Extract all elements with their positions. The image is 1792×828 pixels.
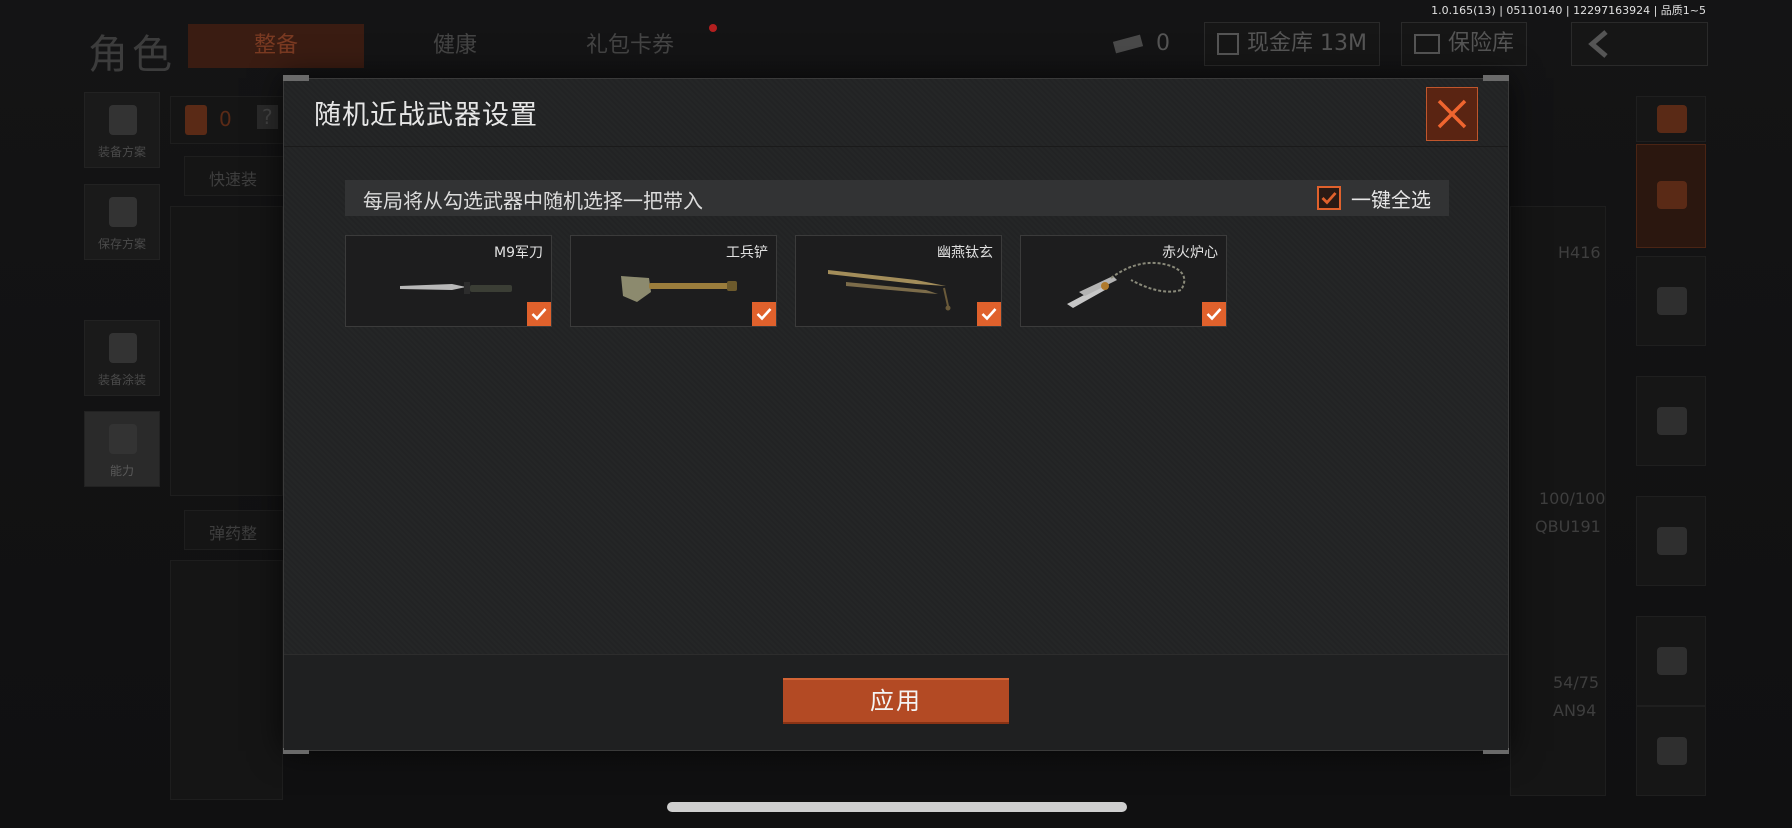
ammo-label: 弹药整 [209,524,258,543]
right-rail [1636,96,1706,796]
backpack-status: 0 ? [170,96,290,144]
twin-blade-icon [828,270,951,311]
home-indicator[interactable] [667,802,1127,812]
rail-save-plan[interactable]: 保存方案 [84,184,160,260]
back-button[interactable] [1571,22,1708,66]
knife-icon [1657,737,1687,765]
help-icon[interactable]: ? [257,105,278,129]
safe-icon [1414,34,1440,54]
page-title: 角色 [88,32,176,78]
rail-equipment-skins[interactable]: 装备涂装 [84,320,160,396]
vault-icon [1217,33,1239,55]
rail-ability[interactable]: 能力 [84,411,160,487]
check-icon [1321,192,1337,205]
weapon-card-m9[interactable]: M9军刀 [345,235,552,327]
info-bar: 每局将从勾选武器中随机选择一把带入 一键全选 [345,180,1449,216]
dialog-title: 随机近战武器设置 [314,100,538,131]
tab-equipment[interactable]: 整备 [188,24,364,68]
ammo-button[interactable]: 弹药整 [184,510,284,550]
tab-gift-vouchers[interactable]: 礼包卡券 [560,24,700,68]
select-all-label: 一键全选 [1351,187,1431,212]
safe-box-button[interactable]: 保险库 [1401,22,1528,66]
ammo-count-label: 54/75 [1553,673,1600,692]
close-icon [1437,99,1467,129]
weapon-list-panel: H416 100/100 QBU191 54/75 AN94 [1510,206,1606,796]
weapon-card-shovel[interactable]: 工兵铲 [570,235,777,327]
melee-weapon-settings-dialog: 随机近战武器设置 每局将从勾选武器中随机选择一把带入 一键全选 M9军刀 工兵铲… [283,75,1509,754]
helmet-icon [1657,287,1687,315]
quick-equip-button[interactable]: 快速装 [184,156,284,196]
quick-equip-label: 快速装 [209,170,258,189]
weapon-checkbox[interactable] [527,302,551,326]
chain-dagger-icon [1067,261,1186,308]
currency-count: 0 [1156,31,1170,56]
rail-rifle[interactable] [1636,376,1706,466]
lightning-icon [109,424,137,454]
download-icon [109,197,137,227]
backpack-icon [185,105,207,135]
rail-all-items[interactable] [1636,144,1706,248]
loadout-panel-lower [170,560,283,800]
back-arrow-icon [1588,30,1608,58]
weapon-card-youyan[interactable]: 幽燕钛玄 [795,235,1002,327]
rail-label: 保存方案 [97,237,146,251]
magazine-icon [1657,527,1687,555]
loadout-panel [170,206,283,496]
rail-knife[interactable] [1636,706,1706,796]
check-icon [981,308,997,321]
currency-display: 0 [1112,22,1170,66]
notification-dot [709,24,717,32]
rail-magazine[interactable] [1636,496,1706,586]
weapon-checkbox[interactable] [752,302,776,326]
weapon-checkbox[interactable] [1202,302,1226,326]
rail-label: 装备涂装 [97,373,146,387]
m9-bayonet-icon [400,282,512,294]
check-icon [1206,308,1222,321]
close-button[interactable] [1426,87,1478,141]
cash-vault-label: 现金库 13M [1247,31,1367,56]
weapon-label-qbu191: QBU191 [1535,517,1601,536]
rail-helmet[interactable] [1636,256,1706,346]
weapon-card-chihuo[interactable]: 赤火炉心 [1020,235,1227,327]
check-icon [756,308,772,321]
durability-label: 100/100 [1539,489,1606,508]
safe-box-label: 保险库 [1448,31,1515,56]
cash-stack-icon [1112,34,1144,54]
checkbox-box [1317,186,1341,210]
select-all-checkbox[interactable]: 一键全选 [1317,184,1431,212]
build-info: 1.0.165(13) | 05110140 | 12297163924 | 品… [1431,4,1706,17]
tab-health[interactable]: 健康 [380,24,530,68]
vest-icon [109,105,137,135]
cash-vault-button[interactable]: 现金库 13M [1204,22,1380,66]
check-icon [531,308,547,321]
rail-label: 装备方案 [97,145,146,159]
bullet-icon [1657,647,1687,675]
apply-button[interactable]: 应用 [783,678,1009,724]
layers-icon [1657,181,1687,209]
refresh-icon [1657,105,1687,133]
dialog-footer: 应用 [284,654,1508,750]
weapon-checkbox[interactable] [977,302,1001,326]
rail-bullet[interactable] [1636,616,1706,706]
info-text: 每局将从勾选武器中随机选择一把带入 [363,189,703,213]
rail-label: 能力 [109,464,134,478]
helmet-icon [109,333,137,363]
rail-loadout-plans[interactable]: 装备方案 [84,92,160,168]
rail-refresh[interactable] [1636,96,1706,142]
weapon-label-h416: H416 [1558,243,1601,262]
weapon-label-an94: AN94 [1553,701,1597,720]
backpack-count: 0 [219,107,232,131]
rifle-icon [1657,407,1687,435]
dialog-header: 随机近战武器设置 [284,79,1508,147]
shovel-icon [621,276,737,302]
